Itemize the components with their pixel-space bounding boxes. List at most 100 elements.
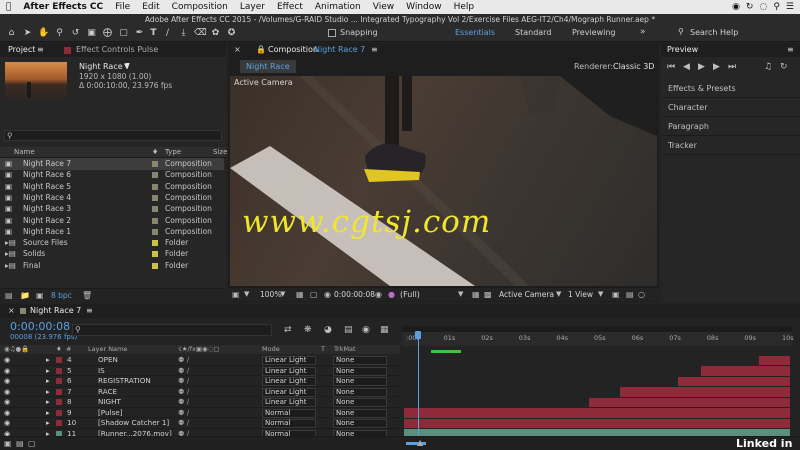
layer-label-swatch[interactable] bbox=[56, 399, 62, 405]
close-timeline-icon[interactable]: × bbox=[8, 304, 15, 318]
label-color-swatch[interactable] bbox=[152, 240, 158, 247]
layer-row[interactable]: ◉ ▸ 10 [Shadow Catcher 1] ⚉ ∕ Normal None bbox=[0, 418, 400, 429]
layer-trkmat-select[interactable]: None bbox=[333, 408, 387, 418]
safe-zones-icon[interactable]: ▦ bbox=[296, 290, 304, 299]
layer-mode-select[interactable]: Normal bbox=[262, 408, 316, 418]
workspace-essentials[interactable]: Essentials bbox=[455, 28, 495, 37]
frame-blending-icon[interactable]: ▤ bbox=[344, 325, 353, 335]
label-col-icon[interactable]: ♦ bbox=[56, 345, 62, 354]
label-color-swatch[interactable] bbox=[152, 206, 158, 213]
label-color-swatch[interactable] bbox=[152, 217, 158, 224]
time-ruler[interactable]: :00f 01s 02s 03s 04s 05s 06s 07s 08s 09s 10s bbox=[402, 332, 794, 346]
layer-switches-icon[interactable]: ⚉ ∕ bbox=[178, 418, 189, 429]
expand-icon[interactable]: ▸ bbox=[46, 418, 50, 429]
expand-icon[interactable]: ▸ bbox=[46, 366, 50, 377]
tab-project[interactable]: Project bbox=[8, 43, 35, 57]
layer-mode-select[interactable]: Linear Light bbox=[262, 387, 316, 397]
panel-tracker[interactable]: Tracker bbox=[662, 137, 800, 155]
delete-icon[interactable]: 🗑 bbox=[82, 291, 92, 300]
first-frame-icon[interactable]: ⏮ bbox=[667, 62, 675, 72]
next-frame-icon[interactable]: ▶ bbox=[713, 62, 720, 72]
col-name[interactable]: Name bbox=[14, 148, 35, 156]
play-icon[interactable]: ▶ bbox=[698, 62, 705, 72]
comp-menu-icon[interactable]: ≡ bbox=[371, 43, 378, 57]
layer-mode-select[interactable]: Linear Light bbox=[262, 377, 316, 386]
visibility-icon[interactable]: ◉ bbox=[4, 366, 10, 377]
layer-switches-icon[interactable]: ⚉ ∕ bbox=[178, 408, 189, 419]
project-item-row[interactable]: ▣ Night Race 7 Composition bbox=[0, 158, 224, 170]
project-item-row[interactable]: ▣ Night Race 5 Composition bbox=[0, 181, 224, 193]
puppet-tool-icon[interactable]: ✪ bbox=[226, 28, 237, 39]
flowchart-icon[interactable]: ○ bbox=[638, 290, 645, 299]
project-search-input[interactable]: ⚲ bbox=[4, 130, 222, 141]
lock-icon[interactable]: 🔒 bbox=[256, 43, 266, 57]
bpc-button[interactable]: 8 bpc bbox=[51, 291, 72, 300]
pen-tool-icon[interactable]: ✒ bbox=[134, 28, 145, 39]
search-icon[interactable]: ⚲ bbox=[773, 2, 780, 12]
layer-trkmat-select[interactable]: None bbox=[333, 398, 387, 407]
layer-row[interactable]: ◉ ▸ 7 RACE ⚉ ∕ Linear Light None bbox=[0, 387, 400, 398]
project-item-row[interactable]: ▣ Night Race 4 Composition bbox=[0, 192, 224, 204]
preview-title[interactable]: Preview bbox=[667, 43, 698, 57]
layer-duration-bar[interactable] bbox=[678, 376, 790, 386]
zoom-dropdown-icon[interactable]: ▼ bbox=[280, 290, 285, 298]
rotate-tool-icon[interactable]: ↺ bbox=[70, 28, 81, 39]
tab-effect-controls[interactable]: Effect Controls Pulse bbox=[76, 43, 158, 57]
brush-tool-icon[interactable]: ∕ bbox=[162, 28, 173, 39]
layer-switches-icon[interactable]: ⚉ ∕ bbox=[178, 387, 189, 398]
fast-preview-icon[interactable]: ▣ bbox=[612, 290, 620, 299]
loop-icon[interactable]: ↻ bbox=[780, 62, 788, 72]
label-color-swatch[interactable] bbox=[152, 251, 158, 258]
workspace-standard[interactable]: Standard bbox=[515, 28, 551, 37]
draft-3d-icon[interactable]: ❋ bbox=[304, 325, 312, 335]
menu-edit[interactable]: Edit bbox=[136, 2, 165, 12]
wifi-icon[interactable]: ◌ bbox=[759, 2, 767, 12]
zoom-value[interactable]: 100% bbox=[260, 290, 281, 299]
layer-mode-select[interactable]: Linear Light bbox=[262, 398, 316, 407]
layer-name[interactable]: NIGHT bbox=[98, 397, 121, 408]
item-dropdown-icon[interactable]: ▼ bbox=[124, 62, 129, 70]
layer-trkmat-select[interactable]: None bbox=[333, 366, 387, 376]
layer-label-swatch[interactable] bbox=[56, 357, 62, 363]
selection-tool-icon[interactable]: ➤ bbox=[22, 28, 33, 39]
renderer-value[interactable]: Classic 3D bbox=[613, 62, 654, 71]
snapping-checkbox[interactable] bbox=[328, 29, 336, 37]
project-item-row[interactable]: ▸▤ Source Files Folder bbox=[0, 237, 224, 249]
expand-icon[interactable]: ▸ bbox=[46, 408, 50, 419]
sync-icon[interactable]: ↻ bbox=[746, 2, 754, 12]
panel-effects-presets[interactable]: Effects & Presets bbox=[662, 80, 800, 98]
prev-frame-icon[interactable]: ◀ bbox=[683, 62, 690, 72]
comp-mini-flowchart-icon[interactable]: ⇄ bbox=[284, 325, 292, 335]
layer-name[interactable]: REGISTRATION bbox=[98, 376, 151, 387]
workspace-previewing[interactable]: Previewing bbox=[572, 28, 616, 37]
expand-icon[interactable]: ▸ bbox=[46, 397, 50, 408]
region-icon[interactable]: ▦ bbox=[472, 290, 480, 299]
always-preview-icon[interactable]: ▣ bbox=[232, 290, 240, 299]
interpret-footage-icon[interactable]: ▤ bbox=[5, 291, 13, 300]
menu-app-name[interactable]: After Effects CC bbox=[17, 2, 109, 12]
close-comp-icon[interactable]: × bbox=[234, 43, 241, 57]
comp-tab-night-race-7[interactable]: Night Race 7 bbox=[240, 60, 296, 84]
visibility-icon[interactable]: ◉ bbox=[4, 387, 10, 398]
visibility-icon[interactable]: ◉ bbox=[4, 355, 10, 366]
resolution-dropdown-icon[interactable]: ▼ bbox=[458, 290, 463, 298]
graph-editor-icon[interactable]: ▦ bbox=[380, 325, 389, 335]
panel-paragraph[interactable]: Paragraph bbox=[662, 118, 800, 136]
view-count-dropdown-icon[interactable]: ▼ bbox=[598, 290, 603, 298]
clone-tool-icon[interactable]: ⤓ bbox=[178, 28, 189, 39]
label-color-swatch[interactable] bbox=[152, 194, 158, 201]
menu-layer[interactable]: Layer bbox=[234, 2, 271, 12]
layer-mode-select[interactable]: Linear Light bbox=[262, 356, 316, 365]
timeline-tab-name[interactable]: Night Race 7 bbox=[30, 304, 81, 318]
timeline-menu-icon[interactable]: ≡ bbox=[86, 304, 93, 318]
motion-blur-icon[interactable]: ◉ bbox=[362, 325, 370, 335]
expand-inout-icon[interactable]: ▢ bbox=[28, 439, 36, 448]
hand-tool-icon[interactable]: ✋ bbox=[38, 28, 49, 39]
layer-name[interactable]: OPEN bbox=[98, 355, 118, 366]
channel-icon[interactable]: ● bbox=[388, 290, 395, 299]
camera-dropdown-icon[interactable]: ▼ bbox=[556, 290, 561, 298]
layer-row[interactable]: ◉ ▸ 9 [Pulse] ⚉ ∕ Normal None bbox=[0, 408, 400, 419]
col-label-icon[interactable]: ♦ bbox=[152, 148, 158, 156]
type-tool-icon[interactable]: T bbox=[148, 28, 159, 39]
layer-duration-bar[interactable] bbox=[620, 387, 790, 397]
